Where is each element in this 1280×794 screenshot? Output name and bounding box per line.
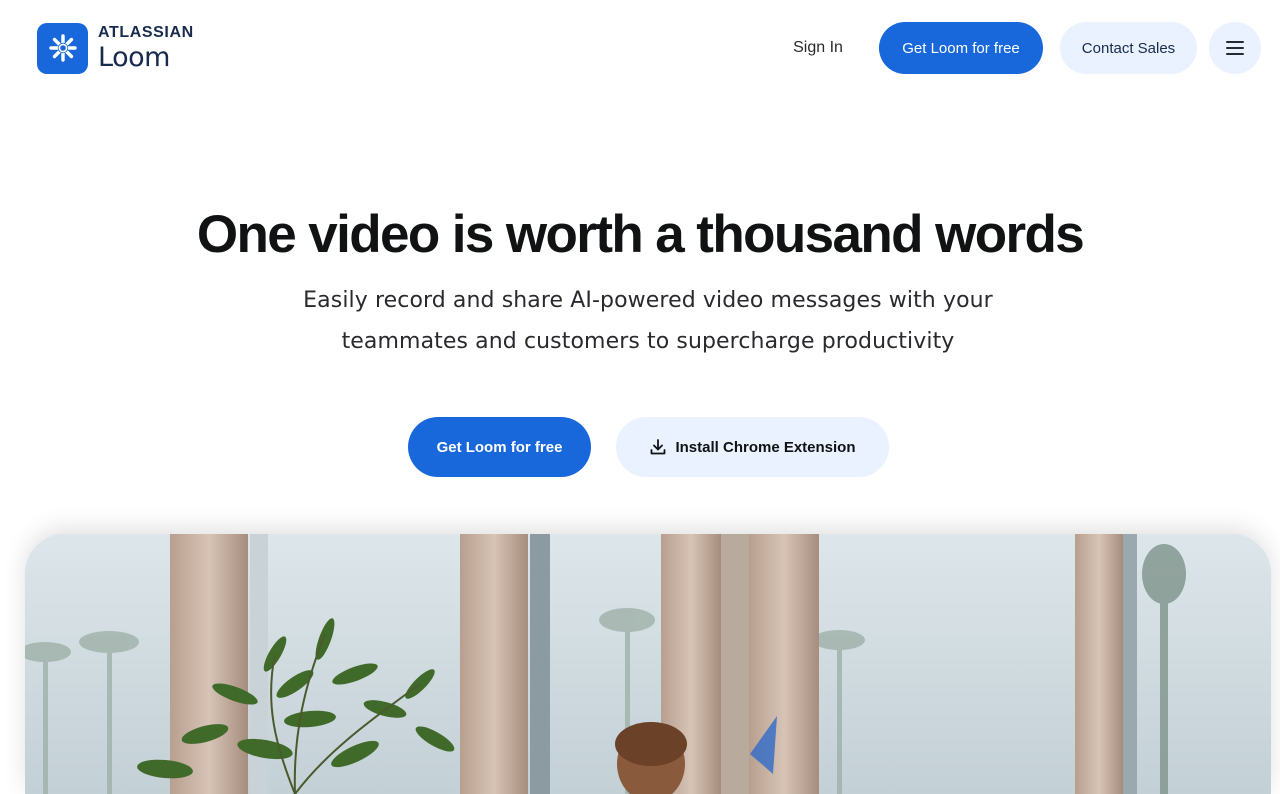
site-header: ATLASSIAN Loom Sign In Get Loom for free…: [0, 0, 1280, 96]
hero-subtitle-line-1: Easily record and share AI-powered video…: [303, 288, 993, 313]
get-loom-free-nav-button[interactable]: Get Loom for free: [879, 22, 1043, 74]
loom-logo-icon: [37, 22, 88, 74]
hero-video[interactable]: [25, 534, 1271, 794]
menu-button[interactable]: [1209, 22, 1261, 74]
hamburger-menu-icon: [1225, 40, 1245, 56]
sign-in-link[interactable]: Sign In: [776, 27, 860, 69]
install-chrome-extension-button[interactable]: Install Chrome Extension: [616, 417, 889, 477]
get-loom-free-hero-button[interactable]: Get Loom for free: [408, 417, 591, 477]
hero-subtitle-line-2: teammates and customers to supercharge p…: [341, 329, 955, 354]
hero-subtitle: Easily record and share AI-powered video…: [240, 280, 1056, 362]
logo-brand-text: ATLASSIAN: [98, 24, 194, 41]
contact-sales-button[interactable]: Contact Sales: [1060, 22, 1197, 74]
hero-title: One video is worth a thousand words: [196, 205, 1085, 264]
install-chrome-extension-label: Install Chrome Extension: [675, 438, 856, 456]
atlassian-loom-logo[interactable]: ATLASSIAN Loom: [37, 22, 194, 74]
logo-product-text: Loom: [98, 42, 170, 73]
download-icon: [649, 438, 667, 456]
